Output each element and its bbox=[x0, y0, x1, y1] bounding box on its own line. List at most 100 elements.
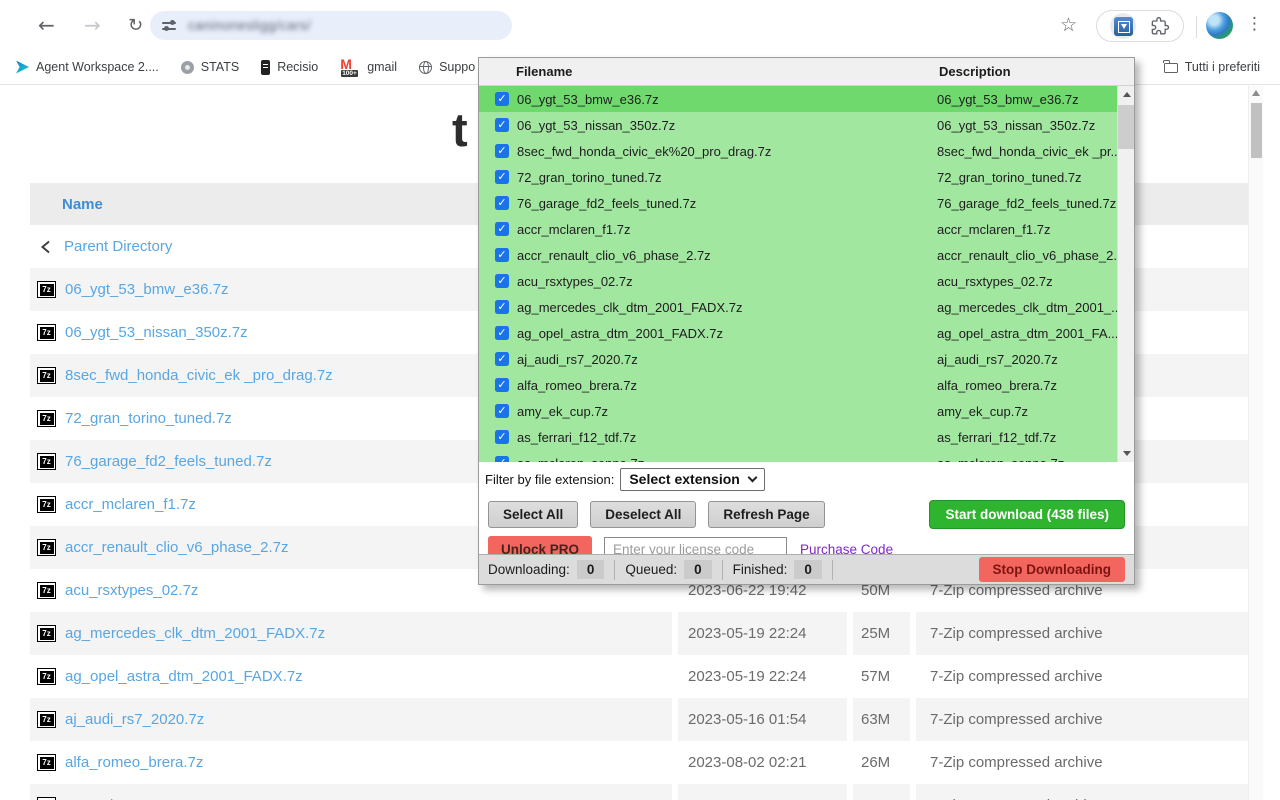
popup-file-row[interactable]: ✓ acu_rsxtypes_02.7z acu_rsxtypes_02.7z bbox=[479, 268, 1119, 294]
popup-filename: ag_mercedes_clk_dtm_2001_FADX.7z bbox=[517, 300, 742, 315]
directory-file-row[interactable]: 7z amy_ek_cup.7z 2023-06-25 18:18 30M 7-… bbox=[30, 784, 1248, 800]
file-checkbox[interactable]: ✓ bbox=[495, 352, 509, 366]
bookmark-gmail[interactable]: M100+ gmail bbox=[340, 59, 397, 75]
file-checkbox[interactable]: ✓ bbox=[495, 274, 509, 288]
popup-file-row[interactable]: ✓ as_ferrari_f12_tdf.7z as_ferrari_f12_t… bbox=[479, 424, 1119, 450]
file-link[interactable]: accr_mclaren_f1.7z bbox=[65, 496, 196, 513]
reload-icon[interactable]: ↻ bbox=[128, 15, 143, 36]
popup-list-scrollbar[interactable] bbox=[1117, 86, 1134, 462]
extension-select[interactable]: Select extension bbox=[620, 468, 765, 491]
finished-label: Finished: bbox=[733, 562, 788, 577]
page-scrollbar-thumb[interactable] bbox=[1251, 103, 1262, 158]
file-link[interactable]: 72_gran_torino_tuned.7z bbox=[65, 410, 232, 427]
file-checkbox[interactable]: ✓ bbox=[495, 248, 509, 262]
popup-file-row[interactable]: ✓ amy_ek_cup.7z amy_ek_cup.7z bbox=[479, 398, 1119, 424]
file-checkbox[interactable]: ✓ bbox=[495, 378, 509, 392]
puzzle-extensions-icon[interactable] bbox=[1150, 16, 1170, 36]
file-link[interactable]: ag_opel_astra_dtm_2001_FADX.7z bbox=[65, 668, 303, 685]
file-checkbox[interactable]: ✓ bbox=[495, 404, 509, 418]
file-link[interactable]: alfa_romeo_brera.7z bbox=[65, 754, 203, 771]
popup-file-row[interactable]: ✓ alfa_romeo_brera.7z alfa_romeo_brera.7… bbox=[479, 372, 1119, 398]
name-column-header[interactable]: Name bbox=[62, 196, 103, 213]
toolbar-divider bbox=[1196, 16, 1197, 38]
bookmark-recisio[interactable]: Recisio bbox=[261, 60, 318, 75]
file-link[interactable]: 8sec_fwd_honda_civic_ek _pro_drag.7z bbox=[65, 367, 333, 384]
browser-toolbar: ← → ↻ caninonesligg/cars/ ☆ ⋮ bbox=[0, 0, 1280, 50]
file-checkbox[interactable]: ✓ bbox=[495, 456, 509, 462]
7z-file-icon: 7z bbox=[37, 453, 56, 470]
bookmark-stats[interactable]: STATS bbox=[181, 60, 239, 74]
parent-directory-link[interactable]: Parent Directory bbox=[64, 238, 172, 255]
popup-file-row[interactable]: ✓ 06_ygt_53_nissan_350z.7z 06_ygt_53_nis… bbox=[479, 112, 1119, 138]
file-checkbox[interactable]: ✓ bbox=[495, 144, 509, 158]
file-checkbox[interactable]: ✓ bbox=[495, 170, 509, 184]
popup-file-row[interactable]: ✓ ag_mercedes_clk_dtm_2001_FADX.7z ag_me… bbox=[479, 294, 1119, 320]
7z-file-icon: 7z bbox=[37, 281, 56, 298]
downloader-extension-icon[interactable] bbox=[1110, 13, 1136, 39]
menu-kebab-icon[interactable]: ⋮ bbox=[1246, 14, 1263, 34]
file-link[interactable]: accr_renault_clio_v6_phase_2.7z bbox=[65, 539, 288, 556]
7z-file-icon: 7z bbox=[37, 324, 56, 341]
bookmark-star-icon[interactable]: ☆ bbox=[1060, 14, 1077, 36]
popup-filename: alfa_romeo_brera.7z bbox=[517, 378, 637, 393]
file-checkbox[interactable]: ✓ bbox=[495, 92, 509, 106]
file-checkbox[interactable]: ✓ bbox=[495, 430, 509, 444]
directory-file-row[interactable]: 7z ag_opel_astra_dtm_2001_FADX.7z 2023-0… bbox=[30, 655, 1248, 698]
stop-downloading-button[interactable]: Stop Downloading bbox=[979, 557, 1125, 582]
bookmark-support[interactable]: Suppo bbox=[419, 60, 475, 74]
directory-file-row[interactable]: 7z ag_mercedes_clk_dtm_2001_FADX.7z 2023… bbox=[30, 612, 1248, 655]
file-checkbox[interactable]: ✓ bbox=[495, 118, 509, 132]
bookmark-agent-workspace[interactable]: Agent Workspace 2.... bbox=[16, 60, 159, 74]
deselect-all-button[interactable]: Deselect All bbox=[590, 501, 696, 528]
file-link[interactable]: 06_ygt_53_nissan_350z.7z bbox=[65, 324, 248, 341]
site-settings-icon[interactable] bbox=[162, 20, 178, 32]
popup-file-row[interactable]: ✓ as_mclaren_senna.7z as_mclaren_senna.7… bbox=[479, 450, 1119, 462]
file-checkbox[interactable]: ✓ bbox=[495, 222, 509, 236]
file-checkbox[interactable]: ✓ bbox=[495, 196, 509, 210]
file-link[interactable]: 06_ygt_53_bmw_e36.7z bbox=[65, 281, 228, 298]
scrollbar-down-button[interactable] bbox=[1118, 445, 1134, 462]
directory-file-row[interactable]: 7z alfa_romeo_brera.7z 2023-08-02 02:21 … bbox=[30, 741, 1248, 784]
popup-file-row[interactable]: ✓ accr_renault_clio_v6_phase_2.7z accr_r… bbox=[479, 242, 1119, 268]
file-link[interactable]: 76_garage_fd2_feels_tuned.7z bbox=[65, 453, 272, 470]
profile-avatar[interactable] bbox=[1206, 12, 1233, 39]
scroll-up-arrow-icon[interactable] bbox=[1252, 90, 1260, 96]
file-link[interactable]: ag_mercedes_clk_dtm_2001_FADX.7z bbox=[65, 625, 325, 642]
scrollbar-up-button[interactable] bbox=[1118, 86, 1134, 103]
file-checkbox[interactable]: ✓ bbox=[495, 300, 509, 314]
popup-file-row[interactable]: ✓ accr_mclaren_f1.7z accr_mclaren_f1.7z bbox=[479, 216, 1119, 242]
select-all-button[interactable]: Select All bbox=[488, 501, 578, 528]
description-column-header: Description bbox=[939, 64, 1011, 79]
agent-workspace-favicon bbox=[16, 61, 29, 74]
globe-favicon bbox=[419, 61, 432, 74]
popup-file-row[interactable]: ✓ aj_audi_rs7_2020.7z aj_audi_rs7_2020.7… bbox=[479, 346, 1119, 372]
bookmark-label: Tutti i preferiti bbox=[1185, 60, 1260, 74]
7z-file-icon: 7z bbox=[37, 496, 56, 513]
page-scrollbar[interactable] bbox=[1248, 86, 1263, 800]
popup-file-row[interactable]: ✓ ag_opel_astra_dtm_2001_FADX.7z ag_opel… bbox=[479, 320, 1119, 346]
popup-file-row[interactable]: ✓ 06_ygt_53_bmw_e36.7z 06_ygt_53_bmw_e36… bbox=[479, 86, 1119, 112]
back-icon[interactable]: ← bbox=[38, 13, 55, 37]
scrollbar-thumb[interactable] bbox=[1118, 105, 1134, 149]
popup-file-row[interactable]: ✓ 72_gran_torino_tuned.7z 72_gran_torino… bbox=[479, 164, 1119, 190]
popup-file-row[interactable]: ✓ 76_garage_fd2_feels_tuned.7z 76_garage… bbox=[479, 190, 1119, 216]
status-divider bbox=[614, 560, 615, 580]
7z-file-icon: 7z bbox=[37, 711, 56, 728]
finished-count: 0 bbox=[794, 560, 822, 579]
file-size: 57M bbox=[853, 655, 910, 698]
file-link[interactable]: aj_audi_rs7_2020.7z bbox=[65, 711, 204, 728]
file-checkbox[interactable]: ✓ bbox=[495, 326, 509, 340]
start-download-button[interactable]: Start download (438 files) bbox=[929, 500, 1125, 529]
directory-file-row[interactable]: 7z aj_audi_rs7_2020.7z 2023-05-16 01:54 … bbox=[30, 698, 1248, 741]
filter-label: Filter by file extension: bbox=[485, 472, 614, 487]
popup-file-row[interactable]: ✓ 8sec_fwd_honda_civic_ek%20_pro_drag.7z… bbox=[479, 138, 1119, 164]
extension-select-value: Select extension bbox=[629, 471, 740, 487]
file-link[interactable]: acu_rsxtypes_02.7z bbox=[65, 582, 198, 599]
bookmark-all-favorites[interactable]: Tutti i preferiti bbox=[1164, 60, 1260, 74]
popup-description: 76_garage_fd2_feels_tuned.7z bbox=[937, 196, 1116, 211]
downloading-label: Downloading: bbox=[488, 562, 570, 577]
forward-icon[interactable]: → bbox=[84, 13, 101, 37]
file-description: 7-Zip compressed archive bbox=[916, 741, 1248, 784]
url-bar[interactable]: caninonesligg/cars/ bbox=[150, 11, 512, 40]
refresh-page-button[interactable]: Refresh Page bbox=[708, 501, 824, 528]
